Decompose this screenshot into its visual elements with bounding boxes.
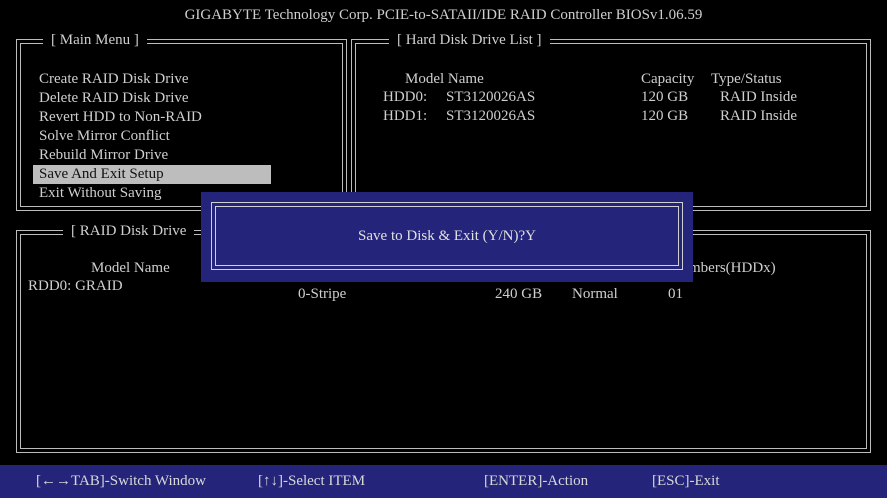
raid-list-title: [ RAID Disk Drive <box>63 222 195 240</box>
menu-item-revert-hdd[interactable]: Revert HDD to Non-RAID <box>33 108 271 127</box>
hdd-row-id[interactable]: HDD1: <box>383 107 427 126</box>
raid-row-members: 01 <box>668 286 683 302</box>
hdd-row-model: ST3120026AS <box>446 108 536 124</box>
hdd-row-id[interactable]: HDD0: <box>383 88 427 107</box>
main-menu-title: [ Main Menu ] <box>43 31 147 49</box>
dialog-prompt[interactable]: Save to Disk & Exit (Y/N)?Y <box>201 227 693 245</box>
hdd-header-model: Model Name <box>405 71 484 87</box>
raid-header-members: mbers(HDDx) <box>689 260 776 276</box>
raid-row-level: 0-Stripe <box>298 286 347 302</box>
hdd-row-capacity: 120 GB <box>641 89 689 105</box>
raid-row-model[interactable]: RDD0: GRAID <box>28 277 123 296</box>
hdd-header-type: Type/Status <box>711 71 782 87</box>
menu-item-solve-mirror[interactable]: Solve Mirror Conflict <box>33 127 271 146</box>
footer-bar: [←→TAB]-Switch Window [↑↓]-Select ITEM [… <box>0 465 887 498</box>
hdd-header-capacity: Capacity <box>641 71 695 87</box>
menu-item-create-raid[interactable]: Create RAID Disk Drive <box>33 70 271 89</box>
hint-exit: [ESC]-Exit <box>652 473 720 489</box>
menu-item-delete-raid[interactable]: Delete RAID Disk Drive <box>33 89 271 108</box>
menu-item-rebuild-mirror[interactable]: Rebuild Mirror Drive <box>33 146 271 165</box>
hint-switch-window: [←→TAB]-Switch Window <box>36 473 206 489</box>
menu-item-save-exit[interactable]: Save And Exit Setup <box>33 165 271 184</box>
hdd-row-type: RAID Inside <box>720 89 798 105</box>
save-exit-dialog[interactable]: Save to Disk & Exit (Y/N)?Y <box>201 192 693 282</box>
hdd-list-title: [ Hard Disk Drive List ] <box>389 31 550 49</box>
hint-select-item: [↑↓]-Select ITEM <box>258 473 366 489</box>
bios-title: GIGABYTE Technology Corp. PCIE-to-SATAII… <box>184 7 703 23</box>
hint-action: [ENTER]-Action <box>484 473 589 489</box>
hdd-row-type: RAID Inside <box>720 108 798 124</box>
raid-header-model: Model Name <box>91 260 170 276</box>
raid-row-status: Normal <box>572 286 618 302</box>
raid-row-capacity: 240 GB <box>495 286 543 302</box>
hdd-row-capacity: 120 GB <box>641 108 689 124</box>
hdd-row-model: ST3120026AS <box>446 89 536 105</box>
